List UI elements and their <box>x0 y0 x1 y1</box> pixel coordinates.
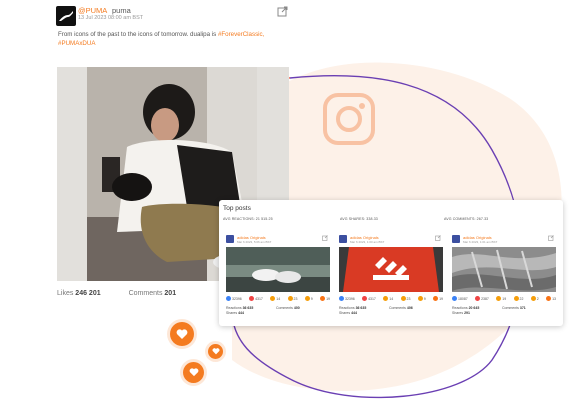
top-post-image[interactable] <box>339 247 443 292</box>
external-link-icon[interactable] <box>435 235 441 241</box>
top-post-image[interactable] <box>226 247 330 292</box>
reaction-wow: 23 <box>287 296 297 301</box>
top-post-card[interactable]: adidas Originals Mar 6 2023, 1:00 am BST… <box>339 227 443 324</box>
comments-stat: Comments 201 <box>129 290 176 297</box>
reaction-wow: 23 <box>400 296 410 301</box>
adidas-logo-icon <box>452 235 460 243</box>
reaction-wow: 22 <box>513 296 523 301</box>
reaction-like: 32396 <box>226 296 242 301</box>
top-post-reactions-shares: Reactions 36 635 Shares 444 <box>339 306 367 315</box>
love-icon <box>249 296 255 301</box>
love-icon <box>475 296 481 301</box>
love-icon <box>362 296 368 301</box>
reaction-love: 4317 <box>362 296 376 301</box>
adidas-logo-icon <box>226 235 234 243</box>
post-date: 13 Jul 2023 08:00 am BST <box>78 15 144 21</box>
haha-icon <box>383 296 389 301</box>
external-link-icon[interactable] <box>322 235 328 241</box>
reaction-counts: 32396 4317 14 23 9 19 <box>226 296 330 301</box>
comments-label: Comments <box>128 290 163 297</box>
post-account-handle[interactable]: @PUMA <box>78 6 107 15</box>
puma-logo-icon <box>56 6 76 26</box>
column-label-comments: AVG COMMENTS: 267.33 <box>444 217 489 221</box>
sad-icon <box>304 296 310 301</box>
post-caption: From icons of the past to the icons of t… <box>58 30 290 48</box>
top-post-date: Mar 6 2023, 5:06 am BST <box>237 240 272 244</box>
haha-icon <box>270 296 276 301</box>
top-post-comments: Comments 400 <box>276 306 300 310</box>
haha-icon <box>496 296 502 301</box>
angry-icon <box>546 296 552 301</box>
reaction-sad: 9 <box>304 296 313 301</box>
reaction-counts: 18087 2387 19 22 2 13 <box>452 296 556 301</box>
wow-icon <box>513 296 519 301</box>
post-stats: Likes 246 201 Comments 201 <box>57 290 204 297</box>
reaction-haha: 14 <box>270 296 280 301</box>
top-post-comments: Comments 406 <box>389 306 413 310</box>
likes-value: 246 201 <box>75 290 101 297</box>
reaction-angry: 19 <box>320 296 330 301</box>
heart-icon <box>208 344 223 359</box>
reaction-like: 18087 <box>452 296 468 301</box>
top-post-image[interactable] <box>452 247 556 292</box>
top-post-reactions-shares: Reactions 20 645 Shares 291 <box>452 306 480 315</box>
reaction-haha: 14 <box>383 296 393 301</box>
post-account-name: puma <box>112 6 131 15</box>
panel-title: Top posts <box>223 205 251 212</box>
wow-icon <box>287 296 293 301</box>
likes-label: Likes <box>57 290 74 297</box>
reaction-like: 32396 <box>339 296 355 301</box>
heart-icon <box>183 362 204 383</box>
reaction-love: 2387 <box>475 296 489 301</box>
hashtag-link[interactable]: #PUMAxDUA <box>58 40 95 47</box>
reaction-love: 4317 <box>249 296 263 301</box>
sad-icon <box>530 296 536 301</box>
instagram-icon <box>323 93 375 145</box>
comments-value: 201 <box>164 290 177 297</box>
top-post-reactions-shares: Reactions 36 635 Shares 444 <box>226 306 254 315</box>
reaction-haha: 19 <box>496 296 506 301</box>
like-icon <box>339 296 344 301</box>
external-link-icon[interactable] <box>277 6 288 17</box>
reaction-angry: 13 <box>546 296 556 301</box>
top-posts-panel: Top posts AVG REACTIONS: 21 515.25 AVG S… <box>219 200 563 326</box>
top-post-card[interactable]: adidas Originals Mar 6 2023, 1:01 am BST… <box>452 227 556 324</box>
sad-icon <box>417 296 423 301</box>
reaction-angry: 19 <box>433 296 443 301</box>
hashtag-separator: , <box>262 31 265 38</box>
top-post-card[interactable]: adidas Originals Mar 6 2023, 5:06 am BST… <box>226 227 330 324</box>
adidas-logo-icon <box>339 235 347 243</box>
column-label-reactions: AVG REACTIONS: 21 515.25 <box>223 217 273 221</box>
angry-icon <box>320 296 326 301</box>
angry-icon <box>433 296 439 301</box>
top-post-date: Mar 6 2023, 1:01 am BST <box>463 240 498 244</box>
top-post-date: Mar 6 2023, 1:00 am BST <box>350 240 385 244</box>
likes-stat: Likes 246 201 <box>57 290 101 297</box>
wow-icon <box>400 296 406 301</box>
like-icon <box>226 296 231 301</box>
top-post-comments: Comments 371 <box>502 306 526 310</box>
heart-icon <box>170 322 194 346</box>
external-link-icon[interactable] <box>548 235 554 241</box>
hashtag-link[interactable]: #ForeverClassic <box>218 31 263 38</box>
column-label-shares: AVG SHARES: 338.33 <box>340 217 378 221</box>
post-caption-text: From icons of the past to the icons of t… <box>58 31 217 38</box>
reaction-sad: 9 <box>417 296 426 301</box>
reaction-sad: 2 <box>530 296 539 301</box>
like-icon <box>452 296 457 301</box>
reaction-counts: 32396 4317 14 23 9 19 <box>339 296 443 301</box>
